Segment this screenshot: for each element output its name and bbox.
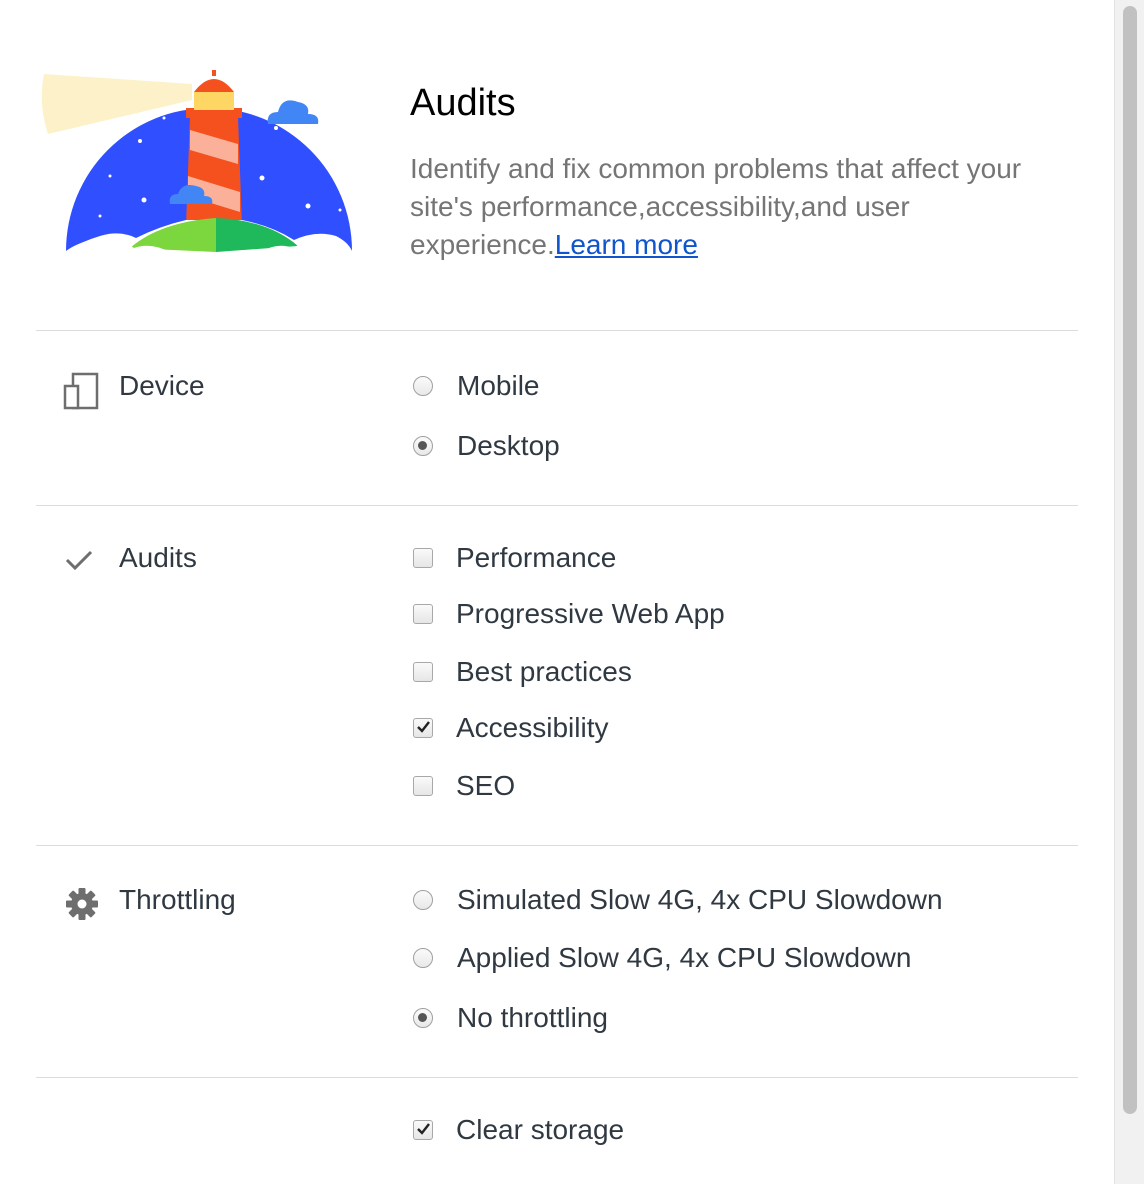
checkmark-icon <box>65 550 93 571</box>
section-label-audits: Audits <box>119 542 197 573</box>
radio-option-mobile[interactable]: Mobile <box>410 370 539 402</box>
checkbox[interactable] <box>413 548 433 568</box>
checkbox-option-pwa[interactable]: Progressive Web App <box>410 598 725 630</box>
checkbox-option-performance[interactable]: Performance <box>410 542 616 574</box>
radio-option-applied-slow-4g[interactable]: Applied Slow 4G, 4x CPU Slowdown <box>410 942 911 974</box>
radio-button[interactable] <box>413 948 433 968</box>
section-label-device: Device <box>119 370 205 401</box>
option-label: Mobile <box>457 370 540 401</box>
audits-header: Audits Identify and fix common problems … <box>0 0 1110 300</box>
gear-icon <box>66 888 98 920</box>
description-text: Identify and fix common problems that af… <box>410 153 1022 260</box>
radio-button-checked[interactable] <box>413 436 433 456</box>
option-label: Performance <box>456 542 617 573</box>
learn-more-link[interactable]: Learn more <box>555 229 698 260</box>
checkbox-option-best-practices[interactable]: Best practices <box>410 656 632 688</box>
section-label-throttling: Throttling <box>119 884 236 915</box>
vertical-scrollbar[interactable] <box>1114 0 1144 1184</box>
scrollbar-thumb[interactable] <box>1123 6 1137 1114</box>
option-label: Clear storage <box>456 1114 625 1145</box>
checkmark-icon <box>417 1123 430 1135</box>
radio-option-desktop[interactable]: Desktop <box>410 430 560 462</box>
divider <box>36 845 1078 846</box>
option-label: Desktop <box>457 430 560 461</box>
checkbox[interactable] <box>413 776 433 796</box>
option-label: Best practices <box>456 656 632 687</box>
device-icon <box>63 372 99 410</box>
option-label: Applied Slow 4G, 4x CPU Slowdown <box>457 942 912 973</box>
divider <box>36 330 1078 331</box>
option-label: Simulated Slow 4G, 4x CPU Slowdown <box>457 884 943 915</box>
radio-option-no-throttling[interactable]: No throttling <box>410 1002 608 1034</box>
checkbox-option-seo[interactable]: SEO <box>410 770 515 802</box>
option-label: No throttling <box>457 1002 608 1033</box>
checkbox-option-accessibility[interactable]: Accessibility <box>410 712 608 744</box>
divider <box>36 505 1078 506</box>
page-title: Audits <box>410 82 516 124</box>
lighthouse-logo-icon <box>41 70 352 256</box>
radio-option-simulated-slow-4g[interactable]: Simulated Slow 4G, 4x CPU Slowdown <box>410 884 943 916</box>
radio-button[interactable] <box>413 376 433 396</box>
checkbox-checked[interactable] <box>413 1120 433 1140</box>
checkbox-option-clear-storage[interactable]: Clear storage <box>410 1114 624 1146</box>
option-label: SEO <box>456 770 516 801</box>
page-description: Identify and fix common problems that af… <box>410 150 1070 264</box>
radio-button[interactable] <box>413 890 433 910</box>
checkmark-icon <box>417 721 430 733</box>
checkbox[interactable] <box>413 662 433 682</box>
divider <box>36 1077 1078 1078</box>
checkbox-checked[interactable] <box>413 718 433 738</box>
option-label: Accessibility <box>456 712 609 743</box>
radio-button-checked[interactable] <box>413 1008 433 1028</box>
checkbox[interactable] <box>413 604 433 624</box>
option-label: Progressive Web App <box>456 598 725 629</box>
